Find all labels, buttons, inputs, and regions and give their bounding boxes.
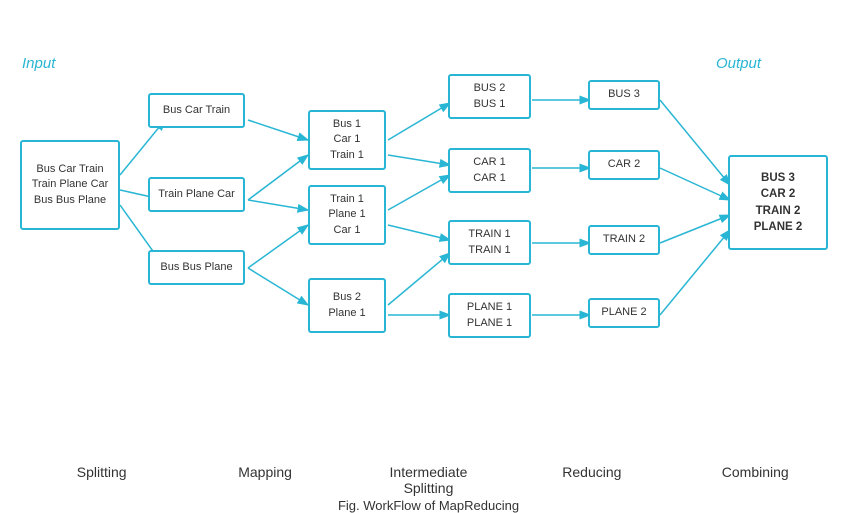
map-box-3: Bus 2 Plane 1 bbox=[308, 278, 386, 333]
output-box: BUS 3 CAR 2 TRAIN 2 PLANE 2 bbox=[728, 155, 828, 250]
input-label: Input bbox=[22, 55, 55, 72]
output-label: Output bbox=[716, 55, 761, 72]
stage-labels: Splitting Mapping Intermediate Splitting… bbox=[0, 464, 857, 496]
map-box-2: Train 1 Plane 1 Car 1 bbox=[308, 185, 386, 245]
stage-mapping: Mapping bbox=[205, 464, 325, 496]
diagram: Input Output Bus Car Train Train Plane C… bbox=[0, 0, 857, 460]
stage-reducing: Reducing bbox=[532, 464, 652, 496]
stage-splitting: Splitting bbox=[42, 464, 162, 496]
split-box-1: Bus Car Train bbox=[148, 93, 245, 128]
fig-caption: Fig. WorkFlow of MapReducing bbox=[0, 498, 857, 513]
inter-box-3: TRAIN 1 TRAIN 1 bbox=[448, 220, 531, 265]
map-box-1: Bus 1 Car 1 Train 1 bbox=[308, 110, 386, 170]
stage-combining: Combining bbox=[695, 464, 815, 496]
split-box-2: Train Plane Car bbox=[148, 177, 245, 212]
inter-box-2: CAR 1 CAR 1 bbox=[448, 148, 531, 193]
input-box: Bus Car Train Train Plane Car Bus Bus Pl… bbox=[20, 140, 120, 230]
split-box-3: Bus Bus Plane bbox=[148, 250, 245, 285]
reduce-box-2: CAR 2 bbox=[588, 150, 660, 180]
inter-box-1: BUS 2 BUS 1 bbox=[448, 74, 531, 119]
inter-box-4: PLANE 1 PLANE 1 bbox=[448, 293, 531, 338]
reduce-box-3: TRAIN 2 bbox=[588, 225, 660, 255]
reduce-box-4: PLANE 2 bbox=[588, 298, 660, 328]
stage-intermediate: Intermediate Splitting bbox=[368, 464, 488, 496]
reduce-box-1: BUS 3 bbox=[588, 80, 660, 110]
